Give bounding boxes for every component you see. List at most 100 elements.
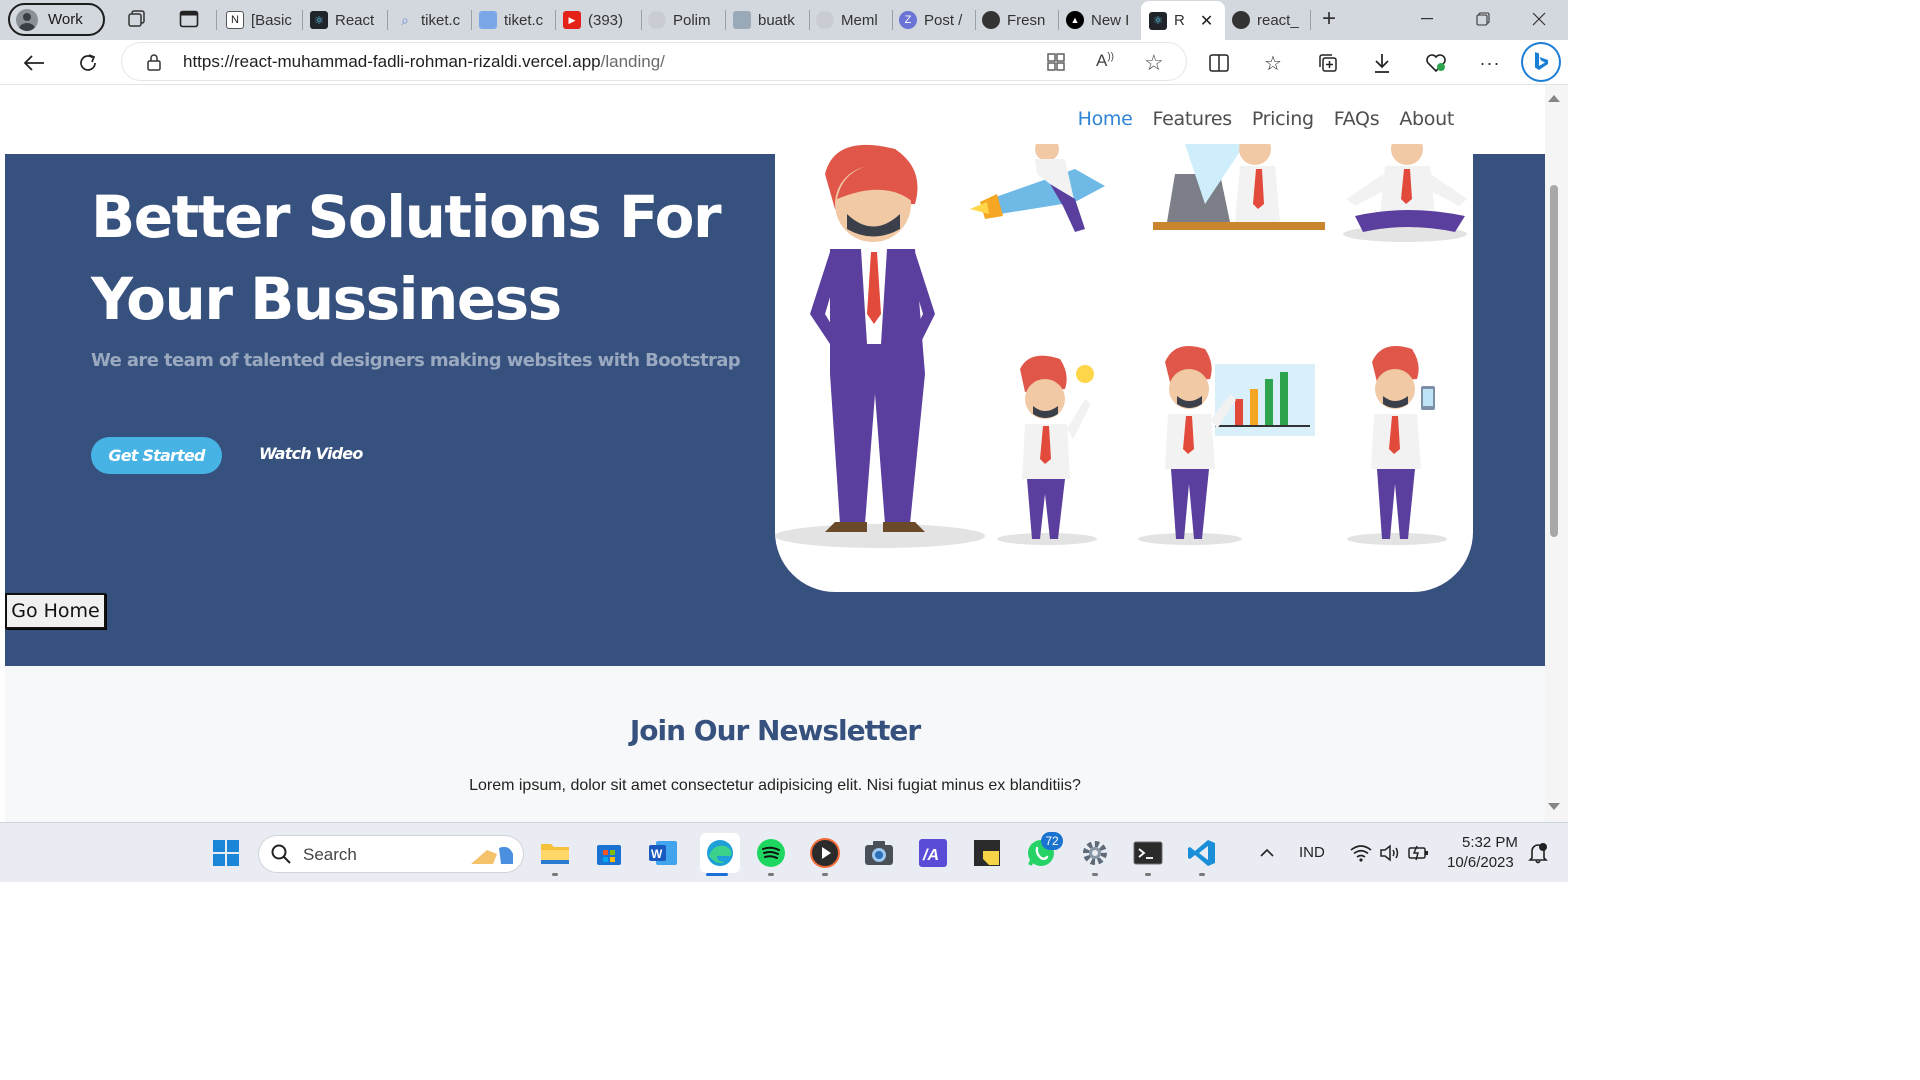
download-icon[interactable] [1369, 50, 1395, 76]
scroll-down-arrow-icon[interactable] [1548, 803, 1560, 810]
taskbar-search-input[interactable]: Search [258, 835, 524, 873]
chevron-up-icon[interactable] [1251, 837, 1283, 869]
hero-illustration [775, 144, 1473, 592]
spotify-icon[interactable] [755, 837, 787, 869]
tab-buatk[interactable]: buatk [733, 6, 803, 34]
nav-pricing[interactable]: Pricing [1252, 108, 1314, 130]
chatgpt-icon [648, 11, 666, 29]
search-highlight-icon [467, 842, 517, 868]
search-icon [271, 844, 291, 869]
watch-video-button[interactable]: Watch Video [259, 444, 363, 463]
hero-section: Better Solutions For Your Bussiness We a… [5, 144, 1545, 666]
back-arrow-icon[interactable] [21, 50, 47, 76]
businessman-laptop-figure [1153, 144, 1325, 230]
youtube-icon: ▶ [563, 11, 581, 29]
notification-bell-icon[interactable] [1522, 837, 1554, 869]
clock-date[interactable]: 10/6/2023 [1447, 854, 1514, 871]
collections-icon[interactable] [1315, 50, 1341, 76]
newsletter-section: Join Our Newsletter Lorem ipsum, dolor s… [5, 666, 1545, 822]
get-started-button[interactable]: Get Started [91, 437, 222, 474]
tab-github-fresn[interactable]: Fresn [982, 6, 1054, 34]
visual-studio-icon[interactable]: /A [917, 837, 949, 869]
scroll-up-arrow-icon[interactable] [1548, 95, 1560, 102]
nav-faqs[interactable]: FAQs [1334, 108, 1380, 130]
businessman-phone-figure [1347, 345, 1447, 545]
tab-notion[interactable]: N [Basic [226, 6, 298, 34]
tab-youtube[interactable]: ▶ (393) [563, 6, 641, 34]
react-icon: ⚛ [310, 11, 328, 29]
volume-icon[interactable] [1374, 837, 1406, 869]
tab-chatgpt-2[interactable]: Meml [816, 6, 888, 34]
whatsapp-badge: 72 [1041, 832, 1063, 850]
address-bar[interactable]: https://react-muhammad-fadli-rohman-riza… [122, 43, 1186, 80]
nav-home[interactable]: Home [1078, 108, 1133, 130]
vscode-icon[interactable] [1186, 837, 1218, 869]
close-window-icon[interactable] [1528, 8, 1550, 30]
bing-copilot-icon[interactable] [1523, 44, 1559, 80]
profile-label: Work [48, 11, 83, 28]
word-icon[interactable]: W [647, 837, 679, 869]
windows-start-icon[interactable] [210, 837, 242, 869]
search-icon: ⌕ [401, 11, 409, 28]
page-viewport: Home Features Pricing FAQs About Better … [5, 85, 1545, 822]
nav-features[interactable]: Features [1153, 108, 1233, 130]
businessman-presentation-figure [1138, 345, 1315, 545]
tab-new[interactable]: ▲ New I [1066, 6, 1138, 34]
workspaces-icon[interactable] [126, 8, 148, 30]
profile-button[interactable]: Work [8, 3, 105, 36]
wifi-icon[interactable] [1345, 837, 1377, 869]
zoom-icon: Z [899, 11, 917, 29]
edge-browser-icon[interactable] [700, 833, 740, 873]
language-indicator[interactable]: IND [1299, 844, 1325, 861]
terminal-icon[interactable] [1132, 837, 1164, 869]
nav-about[interactable]: About [1399, 108, 1454, 130]
browser-essentials-icon[interactable] [1423, 50, 1449, 76]
split-screen-icon[interactable] [1206, 50, 1232, 76]
more-options-icon[interactable]: ··· [1477, 50, 1503, 76]
tab-post[interactable]: Z Post / [899, 6, 969, 34]
tab-tiket-1[interactable]: ⌕ tiket.c [396, 6, 466, 34]
tab-actions-icon[interactable] [178, 8, 200, 30]
site-nav: Home Features Pricing FAQs About [1078, 108, 1455, 130]
tab-active-react[interactable]: ⚛ R ✕ [1141, 1, 1225, 40]
favorites-icon[interactable]: ☆ [1260, 50, 1286, 76]
tab-chatgpt-1[interactable]: Polim [648, 6, 720, 34]
camera-icon[interactable] [863, 837, 895, 869]
businessman-meditating-figure [1343, 144, 1467, 242]
file-explorer-icon[interactable] [539, 837, 571, 869]
tab-react-1[interactable]: ⚛ React [310, 6, 382, 34]
go-home-button[interactable]: Go Home [5, 593, 106, 629]
tiket-icon [479, 11, 497, 29]
browser-tab-bar: Work N [Basic ⚛ React ⌕ tiket.c tiket.c … [0, 0, 1568, 40]
favorite-star-icon[interactable]: ☆ [1144, 50, 1164, 76]
battery-icon[interactable] [1403, 837, 1435, 869]
microsoft-store-icon[interactable] [593, 837, 625, 869]
read-aloud-icon[interactable]: A)) [1096, 51, 1114, 71]
close-tab-icon[interactable]: ✕ [1200, 11, 1213, 31]
lock-icon[interactable] [146, 53, 162, 76]
github-icon [1232, 11, 1250, 29]
restore-icon[interactable] [1472, 8, 1494, 30]
browser-toolbar: https://react-muhammad-fadli-rohman-riza… [0, 40, 1568, 85]
media-player-icon[interactable] [809, 837, 841, 869]
new-tab-icon[interactable]: + [1318, 5, 1340, 32]
settings-gear-icon[interactable] [1079, 837, 1111, 869]
chatgpt-icon [816, 11, 834, 29]
hero-subtitle: We are team of talented designers making… [91, 350, 741, 371]
github-icon [982, 11, 1000, 29]
clock-time[interactable]: 5:32 PM [1462, 834, 1518, 851]
refresh-icon[interactable] [75, 50, 101, 76]
page-scrollbar[interactable] [1545, 85, 1568, 822]
tab-tiket-2[interactable]: tiket.c [479, 6, 549, 34]
sticky-notes-icon[interactable] [971, 837, 1003, 869]
businessman-standing-figure [775, 144, 985, 548]
scrollbar-thumb[interactable] [1550, 185, 1558, 537]
hero-title: Better Solutions For Your Bussiness [91, 183, 722, 333]
avatar [16, 8, 38, 31]
apps-icon[interactable] [1046, 52, 1066, 77]
minimize-icon[interactable] [1416, 8, 1438, 30]
tab-github-react[interactable]: react_ [1232, 6, 1306, 34]
search-placeholder: Search [303, 845, 357, 864]
app-icon [733, 11, 751, 29]
svg-text:/A: /A [922, 847, 939, 864]
